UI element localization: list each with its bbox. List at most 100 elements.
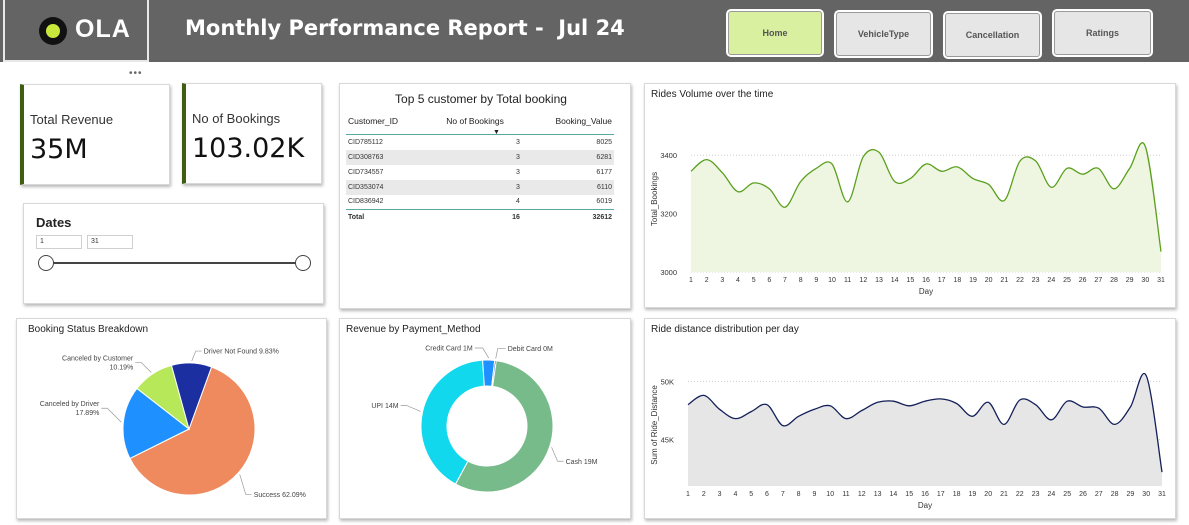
- date-range-end-handle[interactable]: [295, 255, 311, 271]
- sort-desc-icon: ▼: [492, 129, 500, 136]
- x-tick-label: 29: [1126, 277, 1134, 284]
- x-tick-label: 25: [1063, 277, 1071, 284]
- x-tick-label: 29: [1127, 491, 1135, 498]
- cell-bookings: 4: [516, 198, 520, 206]
- data-point: [971, 177, 974, 180]
- data-point: [783, 206, 786, 209]
- y-axis-label: Total_Bookings: [650, 172, 659, 226]
- kpi-value: 103.02K: [192, 133, 305, 164]
- x-tick-label: 31: [1157, 277, 1165, 284]
- slice-label: Credit Card 1M: [425, 346, 473, 353]
- x-tick-label: 1: [686, 491, 690, 498]
- data-point: [734, 417, 737, 420]
- nav-home-button[interactable]: Home: [728, 11, 822, 55]
- slice-label: Cash 19M: [566, 459, 598, 466]
- x-tick-label: 11: [844, 277, 851, 284]
- booking-status-chart: Booking Status Breakdown Success 62.09% C…: [16, 318, 327, 519]
- data-point: [721, 171, 724, 174]
- data-point: [860, 409, 863, 412]
- x-tick-label: 23: [1032, 491, 1040, 498]
- data-point: [1145, 374, 1148, 377]
- x-tick-label: 7: [783, 277, 787, 284]
- data-point: [686, 403, 689, 406]
- slice-label: Success 62.09%: [254, 492, 306, 499]
- data-point: [781, 424, 784, 427]
- col-header-no-of-bookings[interactable]: No of Bookings ▼: [428, 114, 522, 136]
- data-point: [718, 408, 721, 411]
- table-row[interactable]: CID353074 3 6110: [346, 179, 614, 195]
- x-tick-label: 15: [906, 277, 914, 284]
- table-row[interactable]: CID836942 4 6019: [346, 195, 614, 210]
- x-tick-label: 6: [767, 277, 771, 284]
- kpi-value: 35M: [30, 134, 88, 165]
- date-range-start-handle[interactable]: [38, 255, 54, 271]
- slice-label-line: 10.19%: [109, 364, 133, 371]
- x-tick-label: 27: [1094, 277, 1102, 284]
- data-point: [813, 408, 816, 411]
- data-point: [939, 397, 942, 400]
- slice-label-line: UPI 14M: [371, 403, 398, 410]
- data-point: [1050, 418, 1053, 421]
- data-point: [987, 401, 990, 404]
- y-axis-label: Sum of Ride_Distance: [650, 385, 659, 465]
- x-tick-label: 19: [969, 277, 977, 284]
- nav-vehicletype-button[interactable]: VehicleType: [836, 12, 931, 56]
- date-to-input[interactable]: 31: [87, 235, 133, 249]
- data-point: [1097, 407, 1100, 410]
- cell-customer-id: CID785112: [348, 138, 383, 146]
- x-tick-label: 24: [1048, 491, 1056, 498]
- date-from-input[interactable]: 1: [36, 235, 82, 249]
- data-point: [736, 190, 739, 193]
- slice-label-line: Driver Not Found 9.83%: [204, 349, 279, 356]
- more-options-icon[interactable]: •••: [129, 68, 143, 79]
- date-range-track[interactable]: [46, 262, 304, 264]
- booking-status-pie: Success 62.09%Canceled by Driver 17.89%Ca…: [40, 349, 306, 499]
- leader-line: [474, 347, 490, 359]
- table-row[interactable]: CID734557 3 6177: [346, 165, 614, 180]
- slice-label-line: 17.89%: [76, 410, 100, 417]
- logo: OLA: [3, 0, 149, 62]
- x-tick-label: 21: [1000, 277, 1008, 284]
- table-row[interactable]: CID785112 3 8025: [346, 135, 614, 150]
- kpi-label: No of Bookings: [192, 111, 281, 126]
- x-tick-label: 18: [953, 277, 961, 284]
- dates-slicer: Dates 1 31: [23, 203, 324, 304]
- x-tick-label: 30: [1142, 491, 1150, 498]
- x-tick-label: 13: [875, 277, 883, 284]
- x-tick-label: 23: [1032, 277, 1040, 284]
- data-point: [1144, 145, 1147, 148]
- x-tick-label: 28: [1111, 491, 1119, 498]
- data-point: [705, 158, 708, 161]
- slice-label: Canceled by Driver 17.89%: [40, 401, 100, 417]
- leader-line: [400, 405, 421, 412]
- slice-label: Driver Not Found 9.83%: [204, 349, 279, 356]
- data-point: [1112, 187, 1115, 190]
- cell-customer-id: CID308763: [346, 149, 429, 165]
- data-point: [1081, 405, 1084, 408]
- col-header-customer-id[interactable]: Customer_ID: [346, 114, 429, 135]
- payment-method-donut: Cash 19M UPI 14M Credit Card 1M Debit Card …: [371, 346, 598, 493]
- x-tick-label: 31: [1158, 491, 1166, 498]
- cell-booking-value: 6019: [596, 198, 612, 206]
- kpi-total-revenue: Total Revenue 35M: [20, 84, 170, 185]
- data-point: [1081, 173, 1084, 176]
- col-header-booking-value[interactable]: Booking_Value: [521, 114, 614, 135]
- data-point: [1050, 186, 1053, 189]
- data-point: [1097, 167, 1100, 170]
- x-tick-label: 3: [718, 491, 722, 498]
- x-tick-label: 20: [984, 491, 992, 498]
- data-point: [797, 415, 800, 418]
- data-point: [750, 410, 753, 413]
- data-point: [1113, 423, 1116, 426]
- data-point: [844, 417, 847, 420]
- nav-ratings-button[interactable]: Ratings: [1054, 11, 1151, 55]
- nav-cancellation-button[interactable]: Cancellation: [945, 13, 1040, 57]
- data-point: [909, 177, 912, 180]
- leader-line: [191, 350, 202, 362]
- ola-logo-icon: [39, 17, 67, 45]
- x-tick-label: 27: [1095, 491, 1103, 498]
- data-point: [1034, 159, 1037, 162]
- x-tick-label: 19: [969, 491, 977, 498]
- cell-bookings: 3: [516, 168, 520, 176]
- table-row[interactable]: CID308763 3 6281: [346, 149, 614, 165]
